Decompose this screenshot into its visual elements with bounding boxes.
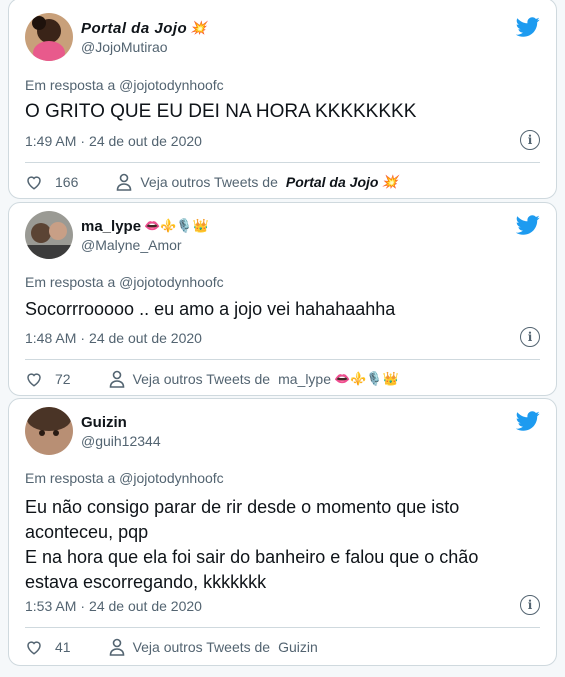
see-more-name-text: ma_lype (278, 371, 331, 387)
separator: · (80, 133, 86, 149)
see-more-name: Portal da Jojo 💥 (286, 174, 398, 190)
tweet-text: Eu não consigo parar de rir desde o mome… (25, 497, 479, 592)
tweet-text: Socorrrooooo .. eu amo a jojo vei hahaha… (25, 299, 396, 319)
avatar[interactable] (25, 407, 73, 455)
display-name-text: Guizin (81, 413, 127, 431)
heart-icon (27, 176, 41, 190)
see-more-tweets-link[interactable]: Veja outros Tweets de Portal da Jojo 💥 (116, 173, 398, 191)
see-more-tweets-link[interactable]: Veja outros Tweets de Guizin (109, 638, 318, 656)
see-more-tweets-link[interactable]: Veja outros Tweets de ma_lype 👄⚜️🎙️👑 (109, 370, 399, 388)
user-handle[interactable]: @JojoMutirao (81, 38, 207, 56)
heart-icon (27, 641, 41, 655)
separator: · (80, 598, 86, 614)
person-icon (109, 638, 124, 656)
tweet-date: 24 de out de 2020 (89, 330, 202, 346)
tweet-time: 1:53 AM (25, 598, 77, 614)
timestamp[interactable]: 1:49 AM · 24 de out de 2020 (25, 133, 202, 149)
tweet-header: ma_lype 👄⚜️🎙️👑 @Malyne_Amor (25, 211, 209, 259)
tweet-actions: 72 Veja outros Tweets de ma_lype 👄⚜️🎙️👑 (25, 370, 399, 388)
tweet-time: 1:48 AM (25, 330, 77, 346)
like-button[interactable]: 41 (25, 638, 71, 656)
info-icon[interactable]: i (520, 130, 540, 150)
name-emoji: 👄⚜️🎙️👑 (144, 218, 209, 233)
reply-to-label[interactable]: Em resposta a @jojotodynhoofc (25, 470, 224, 486)
display-name-text: ma_lype (81, 217, 142, 235)
info-icon[interactable]: i (520, 327, 540, 347)
avatar[interactable] (25, 211, 73, 259)
user-handle[interactable]: @guih12344 (81, 432, 161, 450)
tweet-card[interactable]: ma_lype 👄⚜️🎙️👑 @Malyne_Amor Em resposta … (8, 202, 557, 396)
like-button[interactable]: 166 (25, 173, 78, 191)
display-name[interactable]: Portal da Jojo 💥 (81, 19, 207, 38)
see-more-emoji: 💥 (381, 174, 398, 189)
timestamp[interactable]: 1:53 AM · 24 de out de 2020 (25, 598, 202, 614)
like-button[interactable]: 72 (25, 370, 71, 388)
twitter-bird-icon[interactable] (516, 15, 540, 39)
divider (25, 359, 540, 360)
divider (25, 627, 540, 628)
user-info: Portal da Jojo 💥 @JojoMutirao (81, 19, 207, 56)
display-name[interactable]: ma_lype 👄⚜️🎙️👑 (81, 217, 209, 236)
twitter-bird-icon[interactable] (516, 409, 540, 433)
see-more-name-text: Portal da Jojo (285, 174, 379, 190)
divider (25, 162, 540, 163)
see-more-emoji: 👄⚜️🎙️👑 (334, 371, 399, 386)
tweet-header: Portal da Jojo 💥 @JojoMutirao (25, 13, 207, 61)
tweet-text: O GRITO QUE EU DEI NA HORA KKKKKKKK (25, 101, 417, 122)
user-info: ma_lype 👄⚜️🎙️👑 @Malyne_Amor (81, 217, 209, 254)
tweet-date: 24 de out de 2020 (89, 598, 202, 614)
display-name-text: Portal da Jojo (81, 19, 188, 37)
reply-to-label[interactable]: Em resposta a @jojotodynhoofc (25, 77, 224, 93)
timestamp[interactable]: 1:48 AM · 24 de out de 2020 (25, 330, 202, 346)
tweet-time: 1:49 AM (25, 133, 77, 149)
user-info: Guizin @guih12344 (81, 413, 161, 450)
tweet-card[interactable]: Portal da Jojo 💥 @JojoMutirao Em respost… (8, 0, 557, 199)
see-more-name: ma_lype 👄⚜️🎙️👑 (278, 371, 399, 387)
see-more-name-text: Guizin (278, 639, 318, 655)
display-name[interactable]: Guizin (81, 413, 161, 432)
like-count: 41 (55, 639, 71, 655)
reply-to-label[interactable]: Em resposta a @jojotodynhoofc (25, 274, 224, 290)
separator: · (80, 330, 86, 346)
see-more-prefix: Veja outros Tweets de (132, 639, 271, 655)
like-count: 166 (55, 174, 79, 190)
see-more-prefix: Veja outros Tweets de (132, 371, 271, 387)
twitter-bird-icon[interactable] (516, 213, 540, 237)
avatar[interactable] (25, 13, 73, 61)
tweet-card[interactable]: Guizin @guih12344 Em resposta a @jojotod… (8, 398, 557, 666)
name-emoji: 💥 (190, 20, 207, 35)
user-handle[interactable]: @Malyne_Amor (81, 236, 209, 254)
tweet-date: 24 de out de 2020 (89, 133, 202, 149)
see-more-prefix: Veja outros Tweets de (140, 174, 278, 190)
info-icon[interactable]: i (520, 595, 540, 615)
tweet-actions: 41 Veja outros Tweets de Guizin (25, 638, 318, 656)
person-icon (109, 370, 124, 388)
see-more-name: Guizin (278, 639, 318, 655)
heart-icon (27, 373, 41, 387)
like-count: 72 (55, 371, 71, 387)
tweet-actions: 166 Veja outros Tweets de Portal da Jojo… (25, 173, 398, 191)
person-icon (117, 173, 132, 191)
tweet-header: Guizin @guih12344 (25, 407, 161, 455)
